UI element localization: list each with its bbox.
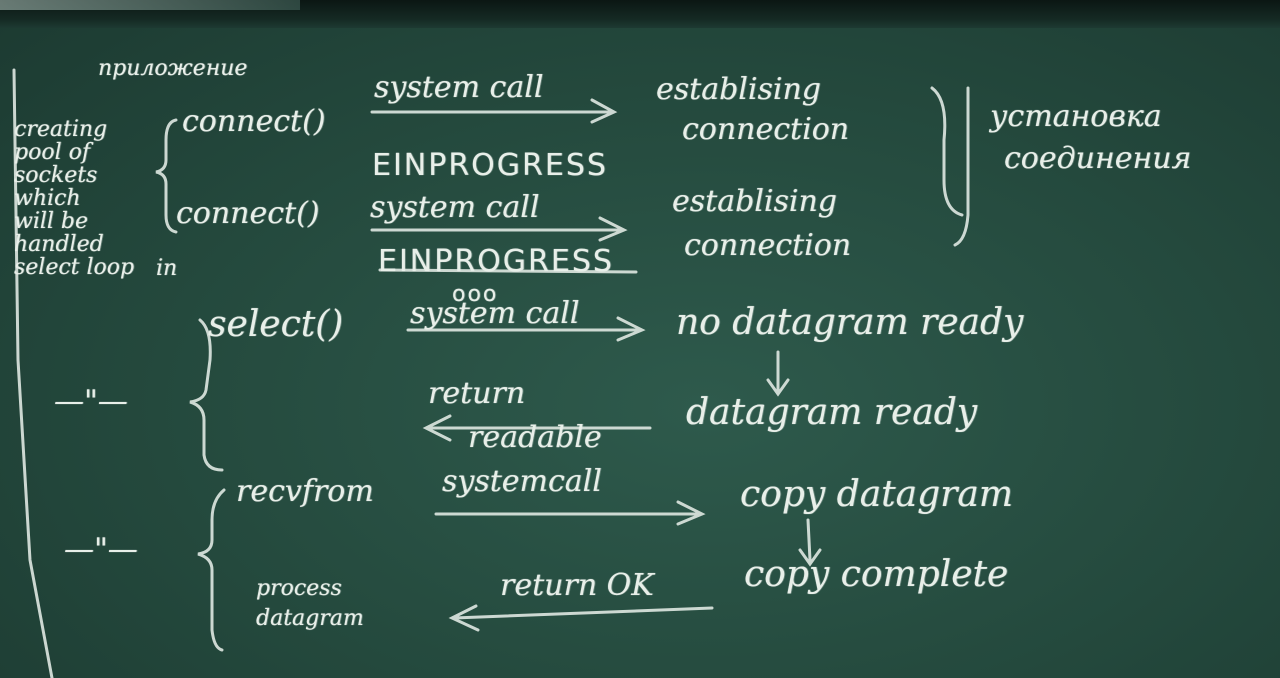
einprogress-1: EINPROGRESS	[372, 148, 608, 183]
process-datagram: process datagram	[256, 574, 364, 634]
arrow-return-ok	[448, 604, 714, 632]
brace-connect-group	[155, 118, 178, 234]
return-word: return	[428, 376, 526, 411]
datagram-ready: datagram ready	[686, 392, 978, 433]
left-note-line: will be	[14, 209, 89, 234]
establishing-word: establising	[672, 184, 837, 219]
establishing-connection-1: establising connection	[656, 70, 849, 150]
brace-recv-group	[197, 488, 226, 652]
left-note-line: handled	[14, 232, 104, 257]
setup-connection-note: установка соединения	[990, 96, 1191, 180]
arrow-down-ready	[766, 350, 790, 397]
return-readable: return readable	[428, 372, 602, 460]
recvfrom-call: recvfrom	[236, 474, 374, 509]
connect-call-2: connect()	[176, 196, 320, 231]
left-note-line: creating	[14, 117, 108, 142]
connection-word: connection	[682, 112, 850, 147]
einprogress-2: EINPROGRESS	[378, 244, 614, 279]
ditto-mark-2: —"—	[64, 532, 138, 567]
setup-word: установка	[990, 99, 1162, 134]
datagram-word: datagram	[256, 606, 364, 631]
system-call-label-3: system call	[410, 296, 580, 331]
left-note-line: sockets	[14, 163, 98, 188]
select-call: select()	[208, 304, 344, 345]
arrow-syscall-4	[434, 500, 706, 526]
establishing-word: establising	[656, 72, 821, 107]
left-note-line: select loop	[14, 255, 135, 280]
establishing-connection-2: establising connection	[672, 180, 851, 268]
heading-application: приложение	[98, 56, 248, 81]
left-note-line: which	[14, 186, 81, 211]
bracket-right-setup	[930, 86, 970, 247]
copy-complete: copy complete	[744, 554, 1009, 595]
left-note-in: in	[156, 256, 178, 281]
chalkboard: приложение creating pool of sockets whic…	[0, 0, 1280, 678]
left-note-line: pool of	[14, 140, 90, 165]
connection-word: connection	[684, 228, 852, 263]
copy-datagram: copy datagram	[740, 474, 1013, 515]
return-ok: return OK	[500, 568, 654, 603]
system-call-label-1: system call	[374, 70, 544, 105]
connection-word-ru: соединения	[1004, 141, 1192, 176]
system-call-label-4: systemcall	[442, 464, 602, 499]
no-datagram-ready: no datagram ready	[676, 302, 1024, 343]
process-word: process	[256, 576, 342, 601]
readable-word: readable	[468, 420, 602, 455]
ditto-mark-1: —"—	[54, 384, 128, 419]
left-note: creating pool of sockets which will be h…	[14, 118, 134, 279]
connect-call-1: connect()	[182, 104, 326, 139]
system-call-label-2: system call	[370, 190, 540, 225]
